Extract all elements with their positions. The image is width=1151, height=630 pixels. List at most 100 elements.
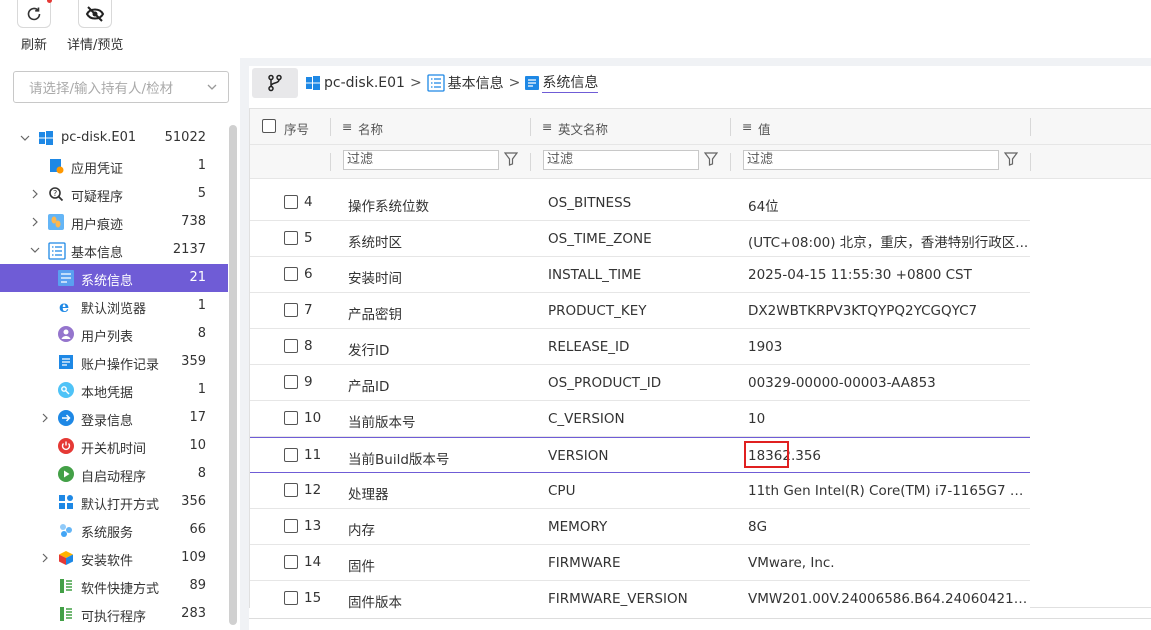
tree-item-label: 应用凭证 [71, 162, 124, 177]
row-checkbox[interactable] [284, 231, 298, 245]
row-en-name: INSTALL_TIME [548, 267, 642, 283]
tree-item[interactable]: e 默认浏览器 1 [0, 292, 228, 320]
row-value: 8G [748, 519, 768, 535]
tree-item[interactable]: 基本信息 2137 [0, 236, 228, 264]
filter-name-input[interactable]: 过滤 [343, 150, 499, 170]
table-row[interactable]: 7 产品密钥 PRODUCT_KEY DX2WBTKRPV3KTQYPQ2YCGQYC… [250, 293, 1030, 329]
row-checkbox[interactable] [284, 375, 298, 389]
tree-item[interactable]: 可执行程序 283 [0, 600, 228, 628]
row-checkbox[interactable] [284, 519, 298, 533]
row-name: 当前Build版本号 [348, 452, 450, 468]
row-checkbox[interactable] [284, 267, 298, 281]
chevron-right-icon[interactable] [40, 553, 50, 563]
tree-item[interactable]: 自启动程序 8 [0, 460, 228, 488]
tree-item[interactable]: 默认打开方式 356 [0, 488, 228, 516]
row-seq-cell: 9 [284, 374, 313, 390]
table-row[interactable]: 10 当前版本号 C_VERSION 10 [250, 401, 1030, 437]
row-seq-cell: 5 [284, 230, 313, 246]
column-divider[interactable] [1030, 118, 1031, 136]
menu-icon[interactable]: ≡ [342, 119, 352, 134]
row-checkbox[interactable] [284, 483, 298, 497]
table-row[interactable]: 6 安装时间 INSTALL_TIME 2025-04-15 11:55:30 +08… [250, 257, 1030, 293]
row-seq-cell: 11 [284, 447, 321, 463]
tree-item[interactable]: 应用凭证 1 [0, 152, 228, 180]
menu-icon[interactable]: ≡ [742, 119, 752, 134]
table-row[interactable]: 4 操作系统位数 OS_BITNESS 64位 [250, 185, 1030, 221]
filter-icon[interactable] [704, 152, 718, 166]
tree-item[interactable]: 安装软件 109 [0, 544, 228, 572]
tree-item[interactable]: 系统信息 21 [0, 264, 228, 292]
row-checkbox[interactable] [284, 555, 298, 569]
tree-item[interactable]: 登录信息 17 [0, 404, 228, 432]
tree-item-label: 用户痕迹 [71, 218, 124, 233]
tree-item-count: 51022 [164, 130, 206, 145]
menu-icon[interactable]: ≡ [542, 119, 552, 134]
row-checkbox[interactable] [284, 195, 298, 209]
branch-button[interactable] [252, 68, 298, 98]
filter-icon[interactable] [504, 152, 518, 166]
tree-item-label: 本地凭据 [81, 386, 134, 401]
tree-item[interactable]: pc-disk.E01 51022 [0, 124, 228, 152]
tree-item[interactable]: 开关机时间 10 [0, 432, 228, 460]
tree-item[interactable]: 账户操作记录 359 [0, 348, 228, 376]
row-name: 内存 [348, 523, 375, 539]
row-checkbox[interactable] [284, 448, 298, 462]
tree-scrollbar[interactable] [229, 125, 237, 625]
column-divider[interactable] [730, 118, 731, 136]
breadcrumb-current[interactable]: 系统信息 [542, 72, 599, 93]
row-value: 11th Gen Intel(R) Core(TM) i7-1165G7 @ 2… [748, 483, 1030, 499]
row-seq: 4 [304, 194, 313, 210]
breadcrumb-root[interactable]: pc-disk.E01 [324, 75, 405, 91]
exe-icon [58, 606, 74, 622]
row-seq-cell: 6 [284, 266, 313, 282]
row-checkbox[interactable] [284, 303, 298, 317]
header-name[interactable]: 名称 [358, 119, 383, 138]
refresh-button[interactable]: 刷新 [17, 0, 52, 53]
chevron-right-icon[interactable] [30, 217, 40, 227]
filter-en-name-input[interactable]: 过滤 [543, 150, 699, 170]
data-grid: 序号 ≡ 名称 ≡ 英文名称 ≡ 值 过滤 过滤 过滤 4 操作系统位数 OS_BI… [249, 108, 1151, 609]
horizontal-scrollbar[interactable] [249, 618, 1151, 630]
account-log-icon [58, 354, 74, 370]
table-row[interactable]: 8 发行ID RELEASE_ID 1903 [250, 329, 1030, 365]
table-row[interactable]: 9 产品ID OS_PRODUCT_ID 00329-00000-00003-AA85… [250, 365, 1030, 401]
breadcrumb-level1[interactable]: 基本信息 [448, 73, 504, 93]
select-all-checkbox[interactable] [262, 119, 276, 133]
chevron-right-icon[interactable] [30, 189, 40, 199]
holder-select[interactable]: 请选择/输入持有人/检材 [13, 71, 229, 103]
table-row[interactable]: 11 当前Build版本号 VERSION 18362.356 [250, 437, 1030, 473]
filter-icon[interactable] [1004, 152, 1018, 166]
table-row[interactable]: 12 处理器 CPU 11th Gen Intel(R) Core(TM) i7-11… [250, 473, 1030, 509]
apps-icon [58, 494, 74, 510]
chevron-down-icon[interactable] [30, 245, 40, 255]
suspicious-icon: ? [48, 186, 64, 202]
row-en-name: OS_BITNESS [548, 195, 632, 211]
filter-value-input[interactable]: 过滤 [743, 150, 999, 170]
tree-item[interactable]: ? 可疑程序 5 [0, 180, 228, 208]
row-checkbox[interactable] [284, 339, 298, 353]
row-en-name: OS_TIME_ZONE [548, 231, 652, 247]
table-row[interactable]: 13 内存 MEMORY 8G [250, 509, 1030, 545]
header-seq[interactable]: 序号 [284, 119, 309, 138]
column-divider[interactable] [530, 118, 531, 136]
tree-item[interactable]: 本地凭据 1 [0, 376, 228, 404]
chevron-right-icon[interactable] [40, 413, 50, 423]
table-row[interactable]: 14 固件 FIRMWARE VMware, Inc. [250, 545, 1030, 581]
chevron-down-icon[interactable] [20, 133, 30, 143]
table-row[interactable]: 15 固件版本 FIRMWARE_VERSION VMW201.00V.2400658… [250, 581, 1030, 609]
row-seq-cell: 7 [284, 302, 313, 318]
tree-item[interactable]: 系统服务 66 [0, 516, 228, 544]
detail-preview-button[interactable]: 详情/预览 [67, 0, 123, 53]
row-checkbox[interactable] [284, 411, 298, 425]
column-divider[interactable] [330, 118, 331, 136]
tree-item[interactable]: 软件快捷方式 89 [0, 572, 228, 600]
header-en-name[interactable]: 英文名称 [558, 119, 608, 138]
header-value[interactable]: 值 [758, 119, 771, 138]
tree-item-label: 默认浏览器 [81, 302, 147, 317]
table-row[interactable]: 5 系统时区 OS_TIME_ZONE (UTC+08:00) 北京，重庆，香港特别行… [250, 221, 1030, 257]
tree-item[interactable]: 用户列表 8 [0, 320, 228, 348]
row-seq-cell: 15 [284, 590, 321, 606]
tree-item[interactable]: 用户痕迹 738 [0, 208, 228, 236]
row-checkbox[interactable] [284, 591, 298, 605]
row-name: 固件 [348, 559, 375, 575]
